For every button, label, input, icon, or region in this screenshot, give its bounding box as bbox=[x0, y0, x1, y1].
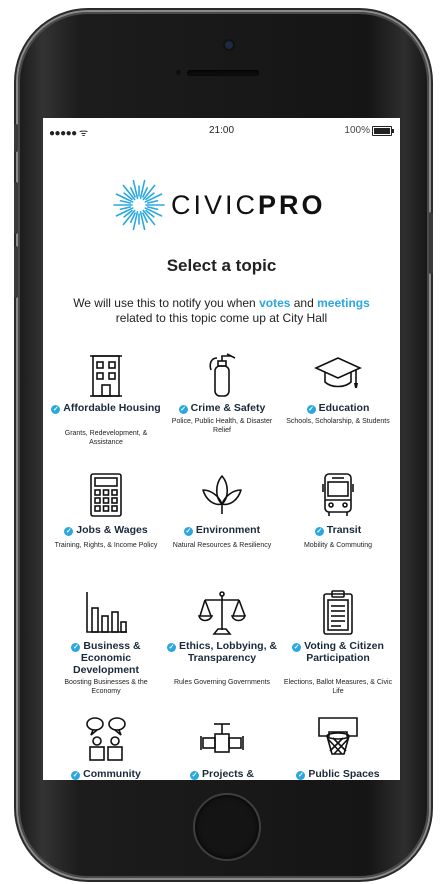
topic-title: ✓ Jobs & Wages bbox=[64, 524, 148, 536]
volume-down-button bbox=[14, 246, 18, 298]
topic-crime-safety[interactable]: ✓ Crime & Safety Police, Public Health, &… bbox=[167, 350, 277, 460]
topic-description: Mobility & Commuting bbox=[303, 542, 373, 549]
power-button bbox=[429, 212, 433, 274]
meetings-link: meetings bbox=[317, 296, 370, 310]
proximity-sensor bbox=[176, 70, 181, 75]
topic-business-economic-development[interactable]: ✓ Business & Economic Development Boostin… bbox=[51, 588, 161, 698]
topic-title: ✓ Business & Economic Development bbox=[71, 640, 141, 676]
clipboard-icon bbox=[323, 590, 353, 635]
mute-switch bbox=[14, 124, 18, 152]
bus-icon bbox=[322, 473, 354, 516]
calculator-icon bbox=[90, 473, 122, 517]
topic-affordable-housing[interactable]: ✓ Affordable Housing Grants, Redevelopmen… bbox=[51, 350, 161, 460]
basketball-hoop-icon bbox=[318, 717, 358, 755]
check-icon: ✓ bbox=[64, 527, 74, 536]
topic-title: ✓ Affordable Housing bbox=[51, 402, 161, 414]
battery-icon bbox=[372, 126, 394, 136]
topic-community[interactable]: ✓ Community bbox=[51, 714, 161, 780]
check-icon: ✓ bbox=[292, 643, 302, 652]
topic-description: Natural Resources & Resiliency bbox=[172, 542, 272, 549]
topic-voting-citizen-participation[interactable]: ✓ Voting & Citizen Participation Election… bbox=[283, 588, 393, 698]
votes-link: votes bbox=[259, 296, 291, 310]
civicpro-logo: CIVICPRO bbox=[111, 178, 341, 232]
bar-chart-icon bbox=[86, 592, 127, 633]
topic-jobs-wages[interactable]: ✓ Jobs & Wages Training, Rights, & Income… bbox=[51, 470, 161, 580]
check-icon: ✓ bbox=[190, 771, 200, 780]
earpiece-speaker bbox=[187, 70, 259, 76]
battery-percent: 100% bbox=[344, 125, 370, 136]
fire-extinguisher-icon bbox=[209, 353, 236, 397]
page-title: Select a topic bbox=[166, 256, 277, 275]
check-icon: ✓ bbox=[71, 643, 81, 652]
topic-description: Rules Governing Governments bbox=[173, 679, 271, 686]
people-speech-icon bbox=[86, 717, 126, 761]
topic-ethics-lobbying-transparency[interactable]: ✓ Ethics, Lobbying, & Transparency Rules … bbox=[167, 588, 277, 698]
volume-up-button bbox=[14, 182, 18, 234]
status-bar: ●●●●● ᯤ 21:00 100% bbox=[43, 118, 400, 142]
check-icon: ✓ bbox=[71, 771, 81, 780]
check-icon: ✓ bbox=[183, 527, 193, 536]
scales-icon bbox=[197, 591, 247, 635]
starburst-icon bbox=[113, 179, 165, 231]
leaf-icon bbox=[202, 475, 242, 514]
topic-transit[interactable]: ✓ Transit Mobility & Commuting bbox=[283, 470, 393, 580]
topic-title: ✓ Crime & Safety bbox=[178, 402, 266, 414]
topic-description: Training, Rights, & Income Policy bbox=[54, 542, 158, 549]
pipe-valve-icon bbox=[200, 723, 244, 753]
topic-education[interactable]: ✓ Education Schools, Scholarship, & Stude… bbox=[283, 350, 393, 460]
topic-title: ✓ Ethics, Lobbying, & Transparency bbox=[167, 640, 278, 664]
topic-title: ✓ Projects & bbox=[190, 768, 254, 780]
topic-description: Elections, Ballot Measures, & Civic Life bbox=[283, 679, 393, 695]
topic-public-spaces[interactable]: ✓ Public Spaces bbox=[283, 714, 393, 780]
topic-title: ✓ Transit bbox=[314, 524, 362, 536]
front-camera bbox=[225, 41, 233, 49]
topic-environment[interactable]: ✓ Environment Natural Resources & Resilie… bbox=[167, 470, 277, 580]
check-icon: ✓ bbox=[306, 405, 316, 414]
topic-title: ✓ Public Spaces bbox=[296, 768, 380, 780]
topic-title: ✓ Voting & Citizen Participation bbox=[292, 640, 384, 664]
topic-description: Boosting Businesses & the Economy bbox=[64, 679, 148, 695]
brand-wordmark: CIVICPRO bbox=[171, 190, 326, 220]
topic-description: Schools, Scholarship, & Students bbox=[286, 418, 390, 425]
check-icon: ✓ bbox=[51, 405, 61, 414]
home-button[interactable] bbox=[193, 793, 261, 861]
intro-text: We will use this to notify you when vote… bbox=[73, 296, 370, 325]
check-icon: ✓ bbox=[167, 643, 176, 652]
check-icon: ✓ bbox=[314, 527, 324, 536]
topic-description: Grants, Redevelopment, & Assistance bbox=[64, 430, 148, 446]
topic-description: Police, Public Health, & Disaster Relief bbox=[171, 418, 273, 434]
topic-title: ✓ Community bbox=[71, 768, 141, 780]
app-screen: ●●●●● ᯤ 21:00 100% CIVICPRO Select a top… bbox=[43, 118, 400, 780]
topic-projects[interactable]: ✓ Projects & bbox=[167, 714, 277, 780]
check-icon: ✓ bbox=[296, 771, 306, 780]
check-icon: ✓ bbox=[178, 405, 188, 414]
topic-title: ✓ Environment bbox=[183, 524, 261, 536]
topic-title: ✓ Education bbox=[306, 402, 370, 414]
graduation-cap-icon bbox=[314, 357, 362, 388]
building-icon bbox=[90, 355, 122, 397]
